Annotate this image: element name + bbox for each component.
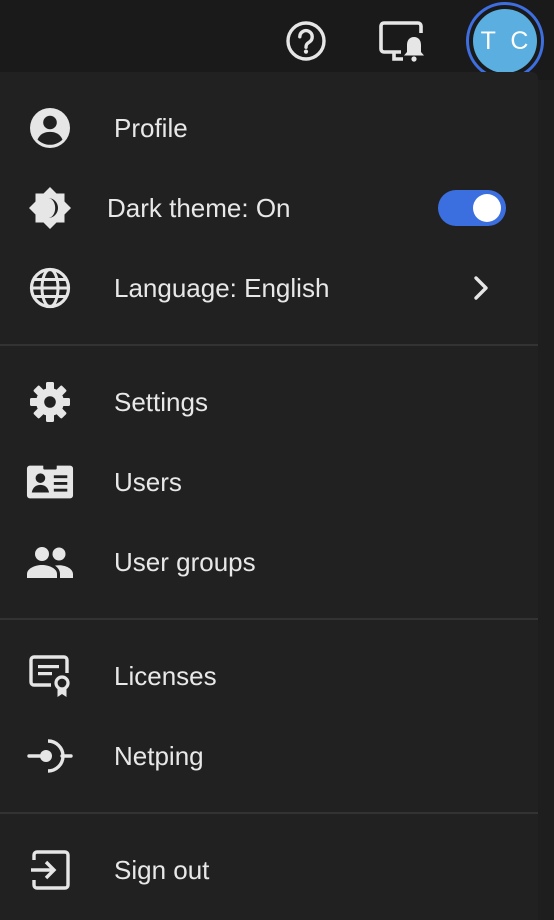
sign-out-icon [31, 850, 70, 890]
account-menu: Profile Dark theme: On Language: English [0, 72, 538, 920]
menu-item-label: Language: English [114, 272, 330, 303]
menu-item-label: User groups [114, 546, 256, 577]
menu-item-settings[interactable]: Settings [0, 362, 538, 442]
globe-icon [29, 267, 71, 309]
license-certificate-icon [29, 655, 70, 697]
menu-item-profile[interactable]: Profile [0, 88, 538, 168]
avatar: T C [473, 9, 537, 73]
dark-theme-toggle[interactable] [438, 190, 506, 226]
menu-item-language[interactable]: Language: English [0, 248, 538, 328]
help-button[interactable] [282, 17, 330, 65]
id-card-icon [26, 463, 74, 499]
help-circle-icon [286, 21, 326, 61]
gear-icon [30, 382, 70, 422]
menu-item-label: Netping [114, 740, 204, 771]
desktop-notification-icon [379, 21, 424, 62]
menu-item-label: Profile [114, 112, 188, 143]
menu-item-label: Licenses [114, 660, 217, 691]
toggle-knob [473, 194, 501, 222]
menu-divider [0, 812, 538, 814]
people-icon [27, 547, 73, 578]
theme-icon [29, 187, 71, 229]
menu-item-sign-out[interactable]: Sign out [0, 830, 538, 910]
menu-item-users[interactable]: Users [0, 442, 538, 522]
menu-item-licenses[interactable]: Licenses [0, 636, 538, 716]
account-circle-icon [30, 108, 70, 148]
menu-item-netping[interactable]: Netping [0, 716, 538, 796]
top-bar: T C [0, 0, 554, 80]
chevron-right-icon [474, 276, 488, 300]
menu-item-user-groups[interactable]: User groups [0, 522, 538, 602]
display-notifications-button[interactable] [376, 17, 428, 65]
menu-divider [0, 344, 538, 346]
menu-item-label: Sign out [114, 854, 210, 885]
netping-icon [27, 739, 73, 773]
menu-item-dark-theme[interactable]: Dark theme: On [0, 168, 538, 248]
menu-item-label: Users [114, 466, 182, 497]
menu-divider [0, 618, 538, 620]
avatar-button[interactable]: T C [466, 2, 544, 80]
menu-item-label: Dark theme: On [107, 192, 291, 223]
menu-item-label: Settings [114, 386, 208, 417]
